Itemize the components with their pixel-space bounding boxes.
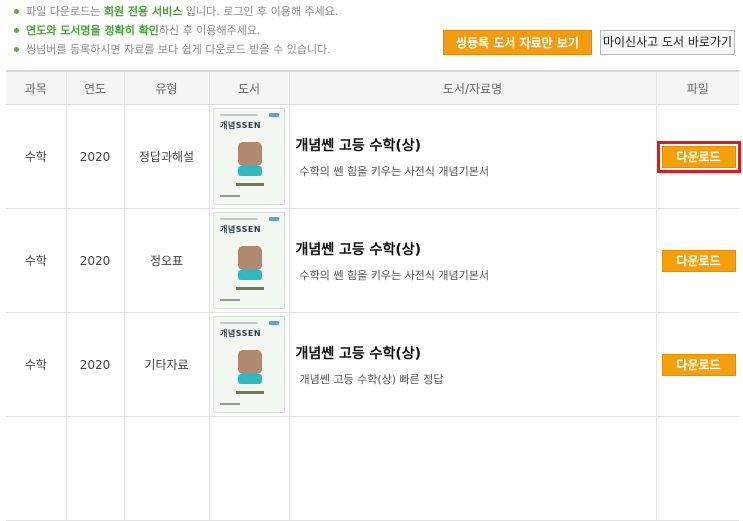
column-header-year: 연도	[65, 70, 124, 105]
cover-brand-text: 개념SSEN	[220, 329, 262, 338]
book-title: 개념쎈 고등 수학(상)	[295, 241, 422, 258]
download-highlight-box: 다운로드	[656, 140, 741, 173]
book-description: 수학의 쎈 힘을 키우는 사전식 개념기본서	[299, 268, 490, 282]
cell-type: 정답과해설	[123, 104, 209, 209]
cell-file: 다운로드	[655, 208, 741, 313]
table-row: 수학 2020 정오표 개념SSEN 개념쎈 고등 수학(상) 수학의 쎈 힘을…	[6, 208, 741, 313]
table-row-partial	[6, 416, 739, 521]
book-description: 개념쎈 고등 수학(상) 빠른 정답	[299, 372, 444, 386]
bullet-icon	[14, 27, 19, 33]
cell-file: 다운로드	[655, 104, 741, 209]
publisher-logo	[269, 217, 279, 221]
book-cover-thumbnail[interactable]: 개념SSEN	[213, 212, 285, 309]
cover-illustration	[238, 350, 262, 374]
cell-type: 정오표	[123, 208, 209, 313]
cell-year: 2020	[65, 104, 124, 209]
column-header-book: 도서	[208, 70, 289, 105]
cell-type: 기타자료	[123, 312, 209, 417]
cell-subject: 수학	[6, 104, 66, 209]
table-row: 수학 2020 정답과해설 개념SSEN 개념쎈 고등 수학(상) 수학의 쎈 …	[6, 104, 741, 209]
publisher-logo	[269, 113, 279, 117]
column-header-file: 파일	[655, 70, 739, 105]
notice-list: 파일 다운로드는 회원 전용 서비스 입니다. 로그인 후 이용해 주세요. 연…	[14, 2, 434, 59]
bullet-icon	[14, 8, 19, 14]
notice-emphasis: 연도와 도서명을 정확히 확인	[26, 24, 159, 37]
table-header-row: 과목 연도 유형 도서 도서/자료명 파일	[6, 70, 739, 105]
download-wrap: 다운로드	[657, 349, 741, 381]
registered-books-only-button[interactable]: 씽등록 도서 자료만 보기	[443, 30, 592, 55]
download-button[interactable]: 다운로드	[661, 145, 736, 168]
cell-book: 개념SSEN	[208, 208, 289, 313]
notice-text: 씽넘버를 등록하시면 자료를 보다 쉽게 다운로드 받을 수 있습니다.	[26, 43, 331, 56]
cover-illustration	[238, 246, 262, 270]
book-title: 개념쎈 고등 수학(상)	[295, 345, 422, 362]
bullet-icon	[14, 46, 19, 52]
download-wrap: 다운로드	[657, 245, 741, 277]
notice-item: 파일 다운로드는 회원 전용 서비스 입니다. 로그인 후 이용해 주세요.	[14, 2, 434, 21]
cell-file: 다운로드	[655, 312, 741, 417]
table-row: 수학 2020 기타자료 개념SSEN 개념쎈 고등 수학(상) 개념쎈 고등 …	[6, 312, 741, 417]
my-books-link-button[interactable]: 마이신사고 도서 바로가기	[600, 30, 735, 55]
notice-item: 씽넘버를 등록하시면 자료를 보다 쉽게 다운로드 받을 수 있습니다.	[14, 40, 434, 59]
cover-illustration-base	[238, 270, 262, 280]
column-header-subject: 과목	[6, 70, 66, 105]
notice-emphasis: 회원 전용 서비스	[103, 5, 183, 18]
cover-title-line	[236, 287, 264, 290]
notice-text: 파일 다운로드는	[26, 5, 104, 18]
cover-footer-line	[220, 195, 240, 197]
cell-title: 개념쎈 고등 수학(상) 수학의 쎈 힘을 키우는 사전식 개념기본서	[288, 104, 656, 209]
book-title: 개념쎈 고등 수학(상)	[295, 137, 422, 154]
cover-subtitle-line	[220, 218, 258, 220]
column-header-title: 도서/자료명	[288, 70, 656, 105]
cover-title-line	[236, 391, 264, 394]
cell-year: 2020	[65, 312, 124, 417]
cover-title-line	[236, 183, 264, 186]
cell-subject: 수학	[6, 312, 66, 417]
cell-book: 개념SSEN	[208, 104, 289, 209]
cover-brand-text: 개념SSEN	[220, 121, 262, 130]
download-button[interactable]: 다운로드	[661, 249, 736, 272]
resource-table: 과목 연도 유형 도서 도서/자료명 파일 수학 2020 정답과해설 개념SS…	[6, 70, 741, 521]
cell-book: 개념SSEN	[208, 312, 289, 417]
cover-subtitle-line	[220, 322, 258, 324]
book-description: 수학의 쎈 힘을 키우는 사전식 개념기본서	[299, 164, 490, 178]
download-button[interactable]: 다운로드	[661, 353, 736, 376]
cover-illustration-base	[238, 374, 262, 384]
cell-year: 2020	[65, 208, 124, 313]
cover-brand-text: 개념SSEN	[220, 225, 262, 234]
cover-illustration	[238, 142, 262, 166]
column-header-type: 유형	[123, 70, 209, 105]
book-cover-thumbnail[interactable]: 개념SSEN	[213, 108, 285, 205]
cover-illustration-base	[238, 166, 262, 176]
cover-footer-line	[220, 403, 240, 405]
notice-text: 입니다. 로그인 후 이용해 주세요.	[182, 5, 339, 18]
book-cover-thumbnail[interactable]: 개념SSEN	[213, 316, 285, 413]
notice-text: 하신 후 이용해주세요.	[158, 24, 261, 37]
cover-footer-line	[220, 299, 240, 301]
publisher-logo	[269, 321, 279, 325]
cell-title: 개념쎈 고등 수학(상) 개념쎈 고등 수학(상) 빠른 정답	[288, 312, 656, 417]
cell-subject: 수학	[6, 208, 66, 313]
notice-item: 연도와 도서명을 정확히 확인하신 후 이용해주세요.	[14, 21, 434, 40]
cover-subtitle-line	[220, 114, 258, 116]
cell-title: 개념쎈 고등 수학(상) 수학의 쎈 힘을 키우는 사전식 개념기본서	[288, 208, 656, 313]
